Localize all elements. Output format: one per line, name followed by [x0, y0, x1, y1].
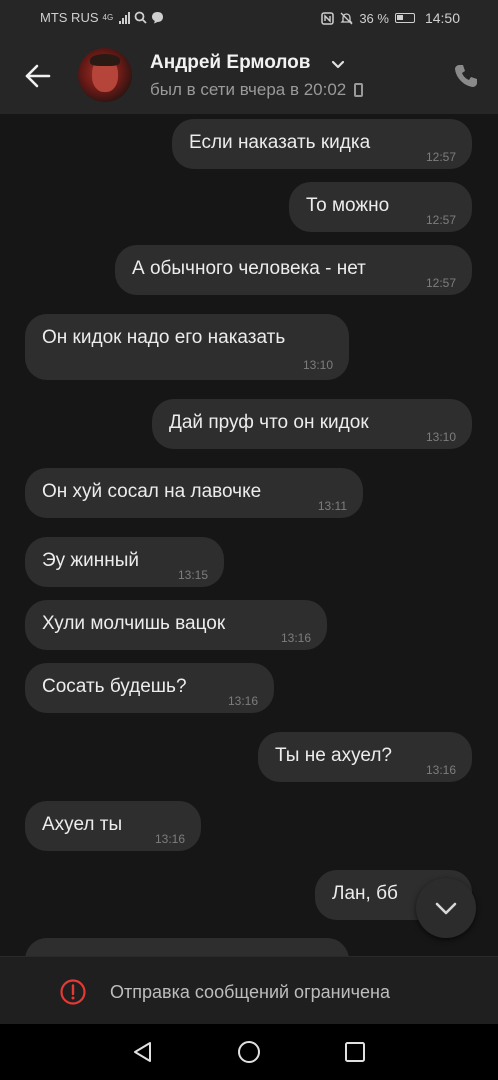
message-time: 13:16: [280, 631, 311, 645]
mute-icon: [340, 12, 353, 24]
last-seen: был в сети вчера в 20:02: [150, 80, 364, 100]
chat-header: Андрей Ермолов был в сети вчера в 20:02: [0, 36, 498, 114]
signal-icon: [119, 11, 131, 24]
avatar-hair: [90, 54, 120, 66]
avatar[interactable]: [78, 48, 132, 102]
status-left: MTS RUS 4G: [40, 10, 164, 25]
triangle-back-icon[interactable]: [131, 1040, 155, 1064]
message-time: 13:16: [154, 832, 185, 846]
nfc-icon: [321, 11, 335, 25]
circle-home-icon[interactable]: [237, 1040, 261, 1064]
message-bubble-incoming[interactable]: Хули молчишь вацок 13:16: [25, 600, 327, 650]
message-text: Он кидок надо его наказать: [42, 327, 286, 348]
battery-icon: [394, 13, 415, 23]
message-text: Он хуй сосал на лавочке: [42, 481, 262, 502]
contact-name[interactable]: Андрей Ермолов: [150, 52, 310, 74]
square-recent-icon[interactable]: [343, 1040, 367, 1064]
status-right: 36 % 14:50: [321, 10, 460, 26]
message-text: Хули молчишь вацок: [42, 613, 226, 634]
phone-icon[interactable]: [452, 62, 480, 90]
last-seen-text: был в сети вчера в 20:02: [150, 80, 347, 99]
message-time: 13:11: [317, 499, 347, 513]
message-bubble-incoming[interactable]: Он кидок надо его наказать 13:10: [25, 314, 349, 380]
message-list[interactable]: Если наказать кидка 12:57 То можно 12:57…: [0, 114, 498, 956]
message-time: 13:10: [302, 358, 333, 372]
message-bubble-outgoing[interactable]: Ты не ахуел? 13:16: [258, 732, 472, 782]
message-bubble-outgoing[interactable]: То можно 12:57: [289, 182, 472, 232]
message-time: 12:57: [425, 213, 456, 227]
message-text: Дай пруф что он кидок: [169, 412, 369, 433]
message-bubble-outgoing[interactable]: А обычного человека - нет 12:57: [115, 245, 472, 295]
status-bar: MTS RUS 4G 36 % 14:50: [0, 0, 498, 36]
message-time: 12:57: [425, 150, 456, 164]
chevron-down-icon[interactable]: [330, 56, 346, 72]
arrow-left-icon[interactable]: [22, 60, 54, 92]
message-time: 13:16: [425, 763, 456, 777]
message-text: Сосать будешь?: [42, 676, 187, 697]
mobile-device-icon: [354, 83, 364, 97]
message-text: Эу жинный: [42, 550, 140, 571]
message-bubble-incoming[interactable]: Сосать будешь? 13:16: [25, 663, 274, 713]
message-text: Если наказать кидка: [189, 132, 371, 153]
message-time: 12:57: [425, 276, 456, 290]
message-bubble-incoming[interactable]: Ахуел ты 13:16: [25, 801, 201, 851]
message-text: Ты не ахуел?: [275, 745, 392, 766]
system-nav-bar: [0, 1024, 498, 1080]
chat-icon: [152, 12, 164, 24]
battery-percent: 36 %: [359, 10, 389, 26]
message-bubble-outgoing[interactable]: Если наказать кидка 12:57: [172, 119, 472, 169]
messaging-restricted-bar: Отправка сообщений ограничена: [0, 956, 498, 1024]
message-text: А обычного человека - нет: [132, 258, 366, 279]
message-bubble-incoming[interactable]: Эу жинный 13:15: [25, 537, 224, 587]
message-text: То можно: [306, 195, 390, 216]
message-bubble-incoming-partial[interactable]: [25, 938, 349, 956]
scroll-down-button[interactable]: [416, 878, 476, 938]
chevron-down-icon: [435, 902, 457, 915]
message-bubble-incoming[interactable]: Он хуй сосал на лавочке 13:11: [25, 468, 363, 518]
restriction-notice: Отправка сообщений ограничена: [110, 982, 390, 1002]
alert-circle-icon: [60, 979, 86, 1005]
clock: 14:50: [424, 10, 460, 26]
message-time: 13:15: [177, 568, 208, 582]
search-icon: [134, 11, 147, 24]
message-time: 13:10: [425, 430, 456, 444]
network-label: 4G: [102, 13, 114, 22]
carrier-label: MTS RUS: [40, 10, 99, 25]
message-bubble-outgoing[interactable]: Дай пруф что он кидок 13:10: [152, 399, 472, 449]
message-time: 13:16: [227, 694, 258, 708]
message-text: Ахуел ты: [42, 814, 123, 835]
message-text: Лан, бб: [332, 883, 398, 904]
